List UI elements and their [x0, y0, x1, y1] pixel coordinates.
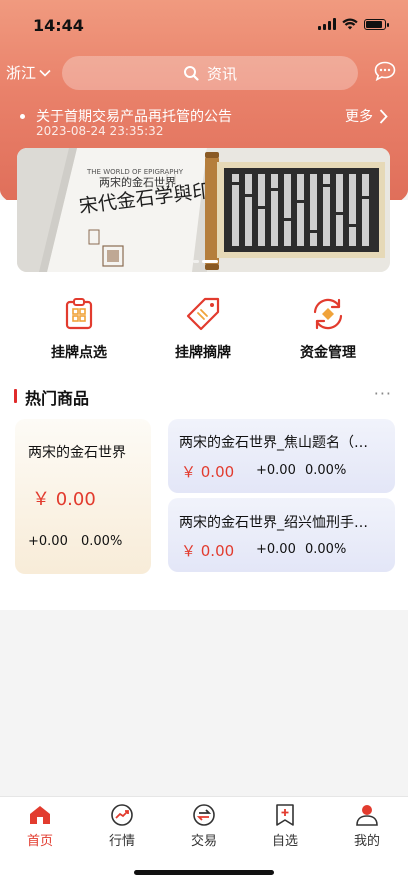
product-card[interactable]: 两宋的金石世界 ￥ 0.00 +0.00 0.00%: [15, 419, 151, 574]
tab-watchlist[interactable]: 自选: [255, 803, 315, 849]
notice-date: 2023-08-24 23:35:32: [36, 124, 164, 138]
tab-label: 首页: [26, 834, 53, 849]
product-name: 两宋的金石世界_绍兴恤刑手…: [179, 515, 368, 531]
notice-more-link[interactable]: 更多: [345, 106, 388, 126]
tab-profile[interactable]: 我的: [337, 803, 397, 849]
notice-bullet: [20, 114, 25, 119]
more-options-button[interactable]: ···: [374, 384, 392, 403]
product-name: 两宋的金石世界_焦山题名（…: [179, 435, 368, 451]
carousel-dot-active: [202, 260, 218, 263]
search-placeholder: 资讯: [206, 64, 237, 83]
home-icon: [30, 806, 50, 824]
tab-label: 行情: [108, 834, 135, 849]
section-accent-bar: [14, 389, 17, 403]
product-name: 两宋的金石世界: [28, 445, 126, 461]
shortcut-label: 资金管理: [300, 345, 356, 361]
product-change: +0.00: [256, 463, 296, 478]
search-icon: [183, 66, 199, 81]
status-bar: 14:44: [0, 0, 408, 50]
tab-label: 自选: [271, 834, 298, 849]
status-icons: [318, 18, 389, 30]
watchlist-icon: [276, 804, 294, 826]
battery-icon: [364, 18, 389, 30]
shortcut-fund-management[interactable]: 资金管理: [273, 296, 383, 362]
home-indicator: [134, 870, 274, 875]
message-icon[interactable]: [374, 61, 396, 81]
product-change-percent: 0.00%: [81, 534, 123, 549]
market-icon: [111, 804, 133, 826]
region-label: 浙江: [6, 64, 37, 82]
shortcut-listing-delist[interactable]: 挂牌摘牌: [148, 296, 258, 362]
product-change-percent: 0.00%: [305, 463, 347, 478]
notice-title[interactable]: 关于首期交易产品再托管的公告: [36, 106, 232, 126]
hot-products-header: 热门商品 ···: [14, 384, 394, 408]
listing-delist-icon: [186, 297, 220, 331]
tab-home[interactable]: 首页: [10, 803, 70, 849]
wifi-icon: [342, 18, 358, 30]
notice-more-label: 更多: [345, 109, 373, 125]
product-change: +0.00: [256, 542, 296, 557]
tab-market[interactable]: 行情: [92, 803, 152, 849]
banner-image: THE WORLD OF EPIGRAPHY 两宋的金石世界 宋代金石学與印学: [17, 148, 390, 272]
product-card[interactable]: 两宋的金石世界_焦山题名（… ￥ 0.00 +0.00 0.00%: [168, 419, 395, 493]
product-change-percent: 0.00%: [305, 542, 347, 557]
carousel-dot: [193, 260, 199, 263]
cellular-signal-icon: [318, 18, 336, 30]
banner-carousel[interactable]: THE WORLD OF EPIGRAPHY 两宋的金石世界 宋代金石学與印学: [17, 148, 390, 272]
status-time: 14:44: [33, 16, 84, 35]
profile-icon: [356, 805, 378, 826]
tab-trade[interactable]: 交易: [174, 803, 234, 849]
trade-icon: [193, 804, 215, 826]
product-change: +0.00: [28, 534, 68, 549]
search-input[interactable]: 资讯: [62, 56, 358, 90]
fund-management-icon: [313, 298, 343, 330]
shortcut-grid: 挂牌点选 挂牌摘牌 资金管理: [0, 296, 408, 366]
product-price: ￥ 0.00: [181, 542, 235, 560]
shortcut-label: 挂牌点选: [51, 345, 107, 361]
carousel-indicator: [193, 260, 218, 263]
tab-label: 交易: [190, 834, 217, 849]
region-selector[interactable]: 浙江: [6, 62, 51, 83]
chevron-down-icon: [39, 69, 51, 77]
shortcut-listing-select[interactable]: 挂牌点选: [24, 296, 134, 362]
product-price: ￥ 0.00: [32, 489, 96, 510]
shortcut-label: 挂牌摘牌: [175, 345, 231, 361]
listing-select-icon: [65, 298, 93, 330]
chevron-right-icon: [379, 108, 388, 124]
product-card[interactable]: 两宋的金石世界_绍兴恤刑手… ￥ 0.00 +0.00 0.00%: [168, 498, 395, 572]
svg-text:THE WORLD OF EPIGRAPHY: THE WORLD OF EPIGRAPHY: [86, 168, 184, 176]
section-title: 热门商品: [25, 389, 90, 408]
product-price: ￥ 0.00: [181, 463, 235, 481]
tab-label: 我的: [353, 834, 380, 849]
